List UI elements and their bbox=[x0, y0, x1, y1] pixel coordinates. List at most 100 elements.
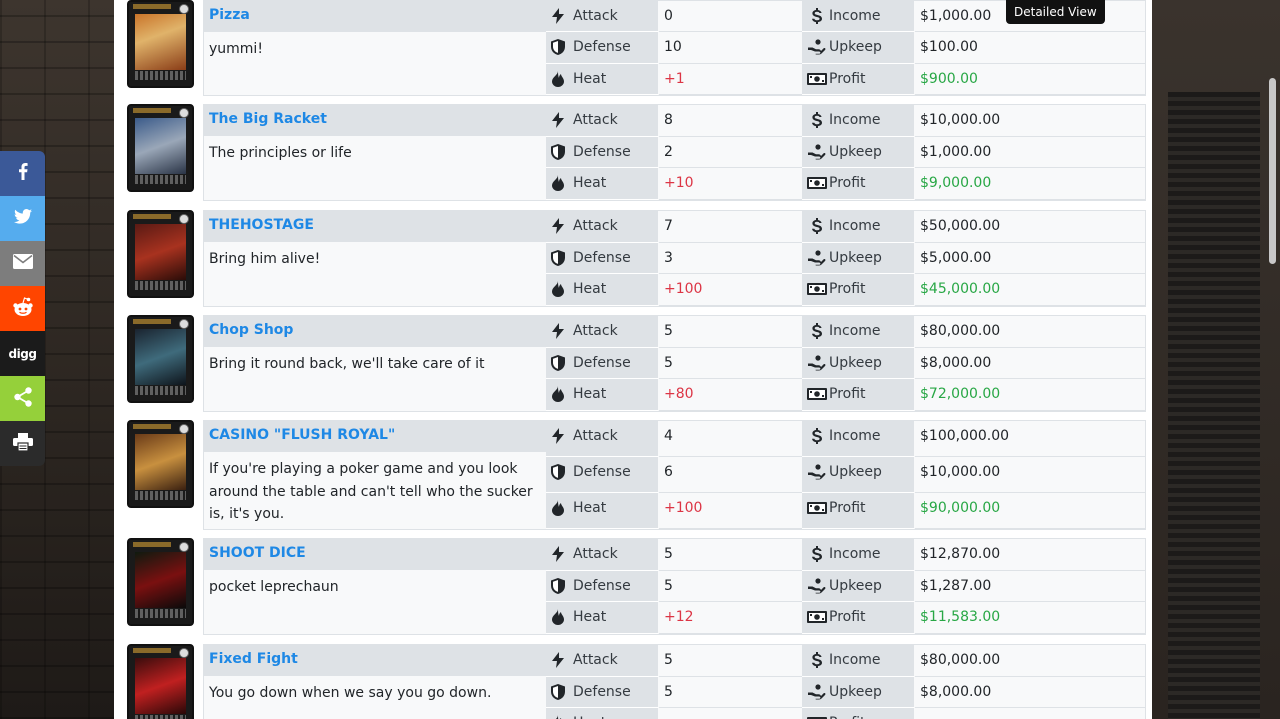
money-bill-icon bbox=[807, 715, 827, 719]
stat-label-text: Profit bbox=[829, 609, 866, 626]
stat-label-text: Defense bbox=[573, 577, 631, 594]
stat-value-income: $80,000.00 bbox=[915, 645, 1145, 677]
stat-value-defense: 5 bbox=[659, 571, 802, 603]
digg-share-button[interactable]: digg bbox=[0, 331, 45, 376]
stat-label-attack: Attack bbox=[546, 105, 658, 137]
stat-label-attack: Attack bbox=[546, 645, 658, 677]
stat-value-attack: 7 bbox=[659, 211, 802, 243]
business-card-image[interactable] bbox=[127, 0, 194, 88]
stat-label-income: Income bbox=[802, 1, 914, 33]
business-name-link[interactable]: The Big Racket bbox=[209, 111, 327, 127]
stat-label-attack: Attack bbox=[546, 539, 658, 571]
card-badge-icon bbox=[179, 542, 189, 552]
shield-icon bbox=[551, 577, 565, 594]
stat-label-text: Income bbox=[829, 546, 881, 562]
dollar-icon bbox=[807, 428, 827, 444]
business-card-image[interactable] bbox=[127, 538, 194, 626]
printer-icon bbox=[12, 432, 33, 455]
stat-value-defense: 5 bbox=[659, 677, 802, 709]
money-bill-icon bbox=[807, 500, 827, 516]
hand-holding-money-icon bbox=[807, 578, 827, 594]
business-card-image[interactable] bbox=[127, 210, 194, 298]
print-button[interactable] bbox=[0, 421, 45, 466]
stat-label-text: Heat bbox=[573, 500, 607, 516]
stat-label-income: Income bbox=[802, 316, 914, 348]
stat-label-upkeep: Upkeep bbox=[802, 32, 914, 64]
business-description: The principles or life bbox=[209, 145, 352, 161]
dollar-icon bbox=[807, 218, 827, 234]
business-name-link[interactable]: SHOOT DICE bbox=[209, 545, 306, 561]
stat-value-income: $50,000.00 bbox=[915, 211, 1145, 243]
stat-label-text: Attack bbox=[573, 652, 618, 668]
stat-label-heat: Heat bbox=[546, 379, 658, 411]
stat-label-text: Attack bbox=[573, 323, 618, 339]
card-title-bar bbox=[133, 214, 171, 219]
stat-value-attack: 5 bbox=[659, 645, 802, 677]
business-details: Fixed Fight You go down when we say you … bbox=[203, 644, 1146, 719]
scrollbar[interactable] bbox=[1264, 0, 1280, 719]
business-card-image[interactable] bbox=[127, 420, 194, 508]
stat-label-text: Income bbox=[829, 428, 881, 444]
twitter-share-button[interactable] bbox=[0, 196, 45, 241]
stat-label-upkeep: Upkeep bbox=[802, 242, 914, 275]
bolt-icon bbox=[551, 218, 565, 234]
hand-holding-money-icon bbox=[807, 39, 827, 55]
envelope-icon bbox=[12, 254, 33, 273]
bolt-icon bbox=[551, 112, 565, 128]
bolt-icon bbox=[551, 8, 565, 24]
flame-icon bbox=[551, 609, 565, 626]
stat-label-heat: Heat bbox=[546, 274, 658, 306]
business-name-link[interactable]: Chop Shop bbox=[209, 322, 293, 338]
stat-label-text: Attack bbox=[573, 8, 618, 24]
business-description: yummi! bbox=[209, 41, 263, 57]
business-name-link[interactable]: Pizza bbox=[209, 7, 250, 23]
stat-value-upkeep: $1,287.00 bbox=[915, 571, 1145, 603]
stat-label-text: Heat bbox=[573, 175, 607, 192]
money-bill-icon bbox=[807, 386, 827, 402]
business-details: SHOOT DICE pocket leprechaun Attack 5 De… bbox=[203, 538, 1146, 635]
facebook-share-button[interactable] bbox=[0, 151, 45, 196]
card-badge-icon bbox=[179, 424, 189, 434]
stat-value-heat: +12 bbox=[659, 602, 802, 634]
scrollbar-thumb[interactable] bbox=[1269, 78, 1276, 264]
stat-label-text: Upkeep bbox=[829, 464, 882, 480]
card-footer-text bbox=[135, 175, 186, 184]
business-card-image[interactable] bbox=[127, 315, 194, 403]
stat-label-text: Income bbox=[829, 652, 881, 668]
stat-label-upkeep: Upkeep bbox=[802, 136, 914, 169]
flame-icon bbox=[551, 70, 565, 87]
digg-label: digg bbox=[8, 346, 37, 361]
card-footer-text bbox=[135, 281, 186, 290]
sharethis-share-button[interactable] bbox=[0, 376, 45, 421]
stat-value-upkeep: $8,000.00 bbox=[915, 348, 1145, 380]
stat-value-income: $10,000.00 bbox=[915, 105, 1145, 137]
shield-icon bbox=[551, 464, 565, 480]
stat-label-profit: Profit bbox=[802, 168, 914, 200]
stat-label-income: Income bbox=[802, 105, 914, 137]
stat-label-text: Income bbox=[829, 112, 881, 128]
business-details: CASINO "FLUSH ROYAL" If you're playing a… bbox=[203, 420, 1146, 530]
business-card-image[interactable] bbox=[127, 644, 194, 719]
stat-label-income: Income bbox=[802, 539, 914, 571]
stat-label-text: Upkeep bbox=[829, 39, 882, 56]
business-name-cell: CASINO "FLUSH ROYAL" bbox=[204, 421, 546, 452]
business-card-image[interactable] bbox=[127, 104, 194, 192]
business-details: THEHOSTAGE Bring him alive! Attack 7 Def… bbox=[203, 210, 1146, 307]
stat-value-income: $80,000.00 bbox=[915, 316, 1145, 348]
card-badge-icon bbox=[179, 4, 189, 14]
stat-value-heat: +1 bbox=[659, 64, 802, 95]
business-name-link[interactable]: THEHOSTAGE bbox=[209, 217, 314, 233]
business-name-link[interactable]: Fixed Fight bbox=[209, 651, 298, 667]
stat-label-text: Attack bbox=[573, 546, 618, 562]
stat-label-text: Profit bbox=[829, 386, 866, 403]
stat-label-text: Upkeep bbox=[829, 354, 882, 371]
email-share-button[interactable] bbox=[0, 241, 45, 286]
stat-value-profit: $72,000.00 bbox=[915, 379, 1145, 411]
stat-label-attack: Attack bbox=[546, 1, 658, 33]
stat-label-heat: Heat bbox=[546, 168, 658, 200]
business-name-link[interactable]: CASINO "FLUSH ROYAL" bbox=[209, 427, 395, 443]
reddit-share-button[interactable] bbox=[0, 286, 45, 331]
stat-label-text: Heat bbox=[573, 281, 607, 298]
card-title-bar bbox=[133, 319, 171, 324]
stat-value-defense: 6 bbox=[659, 457, 802, 493]
